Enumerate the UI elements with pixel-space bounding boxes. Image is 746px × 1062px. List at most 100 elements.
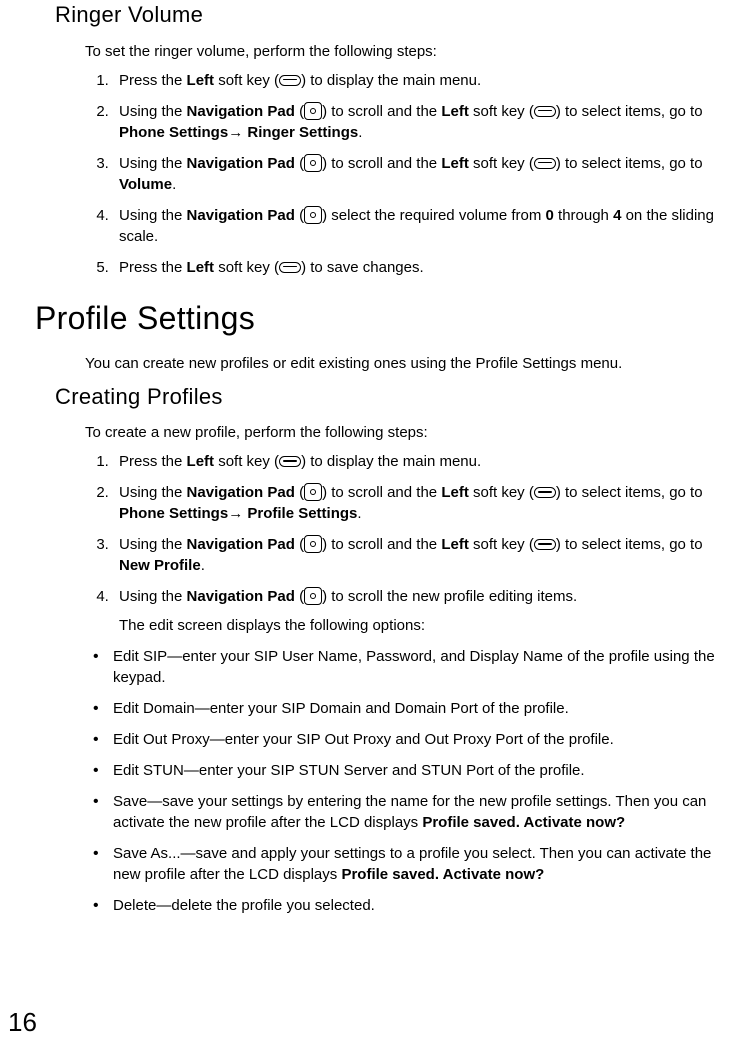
text: Using the — [119, 484, 187, 501]
text: Press the — [119, 453, 187, 470]
text: . — [172, 176, 176, 193]
bold-left: Left — [187, 259, 215, 276]
creating-intro: To create a new profile, perform the fol… — [85, 422, 726, 443]
text: ( — [295, 484, 304, 501]
navpad-icon — [304, 587, 322, 605]
text: ) to select items, go to — [556, 536, 703, 553]
bold-left: Left — [187, 72, 215, 89]
creating-steps: Press the Left soft key ( ) to display th… — [85, 451, 726, 636]
option-save: Save—save your settings by entering the … — [85, 791, 726, 833]
bold-new-profile: New Profile — [119, 557, 201, 574]
text: ) to display the main menu. — [301, 72, 481, 89]
text: ) to scroll and the — [322, 484, 441, 501]
text: ) to select items, go to — [556, 155, 703, 172]
navpad-icon — [304, 102, 322, 120]
bold-navpad: Navigation Pad — [187, 207, 295, 224]
bold-profile-saved: Profile saved. Activate now? — [341, 866, 544, 883]
bold-left: Left — [441, 103, 469, 120]
page-content: Ringer Volume To set the ringer volume, … — [0, 0, 746, 916]
text: . — [357, 505, 361, 522]
bold-phone-settings: Phone Settings — [119, 124, 228, 141]
softkey-icon — [534, 539, 556, 550]
text: Using the — [119, 536, 187, 553]
softkey-icon — [534, 158, 556, 169]
option-delete: Delete—delete the profile you selected. — [85, 895, 726, 916]
option-edit-sip: Edit SIP—enter your SIP User Name, Passw… — [85, 646, 726, 688]
ringer-steps: Press the Left soft key ( ) to display th… — [85, 70, 726, 278]
text: ) to display the main menu. — [301, 453, 481, 470]
text: soft key ( — [469, 484, 534, 501]
softkey-icon — [279, 75, 301, 86]
text: soft key ( — [214, 453, 279, 470]
ringer-step-5: Press the Left soft key ( ) to save chang… — [113, 257, 726, 278]
ringer-intro: To set the ringer volume, perform the fo… — [85, 41, 726, 62]
text: . — [358, 124, 362, 141]
text: Using the — [119, 155, 187, 172]
bold-profile-saved: Profile saved. Activate now? — [422, 814, 625, 831]
bold-navpad: Navigation Pad — [187, 103, 295, 120]
edit-options-list: Edit SIP—enter your SIP User Name, Passw… — [85, 646, 726, 916]
bold-left: Left — [441, 484, 469, 501]
text: ) to select items, go to — [556, 484, 703, 501]
bold-profile-settings: Profile Settings — [247, 505, 357, 522]
arrow-icon: → — [228, 505, 247, 522]
text: soft key ( — [214, 72, 279, 89]
text: ) select the required volume from — [322, 207, 545, 224]
text: ( — [295, 155, 304, 172]
text: soft key ( — [469, 103, 534, 120]
option-edit-stun: Edit STUN—enter your SIP STUN Server and… — [85, 760, 726, 781]
bold-navpad: Navigation Pad — [187, 155, 295, 172]
ringer-step-2: Using the Navigation Pad ( ) to scroll an… — [113, 101, 726, 143]
bold-navpad: Navigation Pad — [187, 484, 295, 501]
text: ( — [295, 588, 304, 605]
text: Using the — [119, 103, 187, 120]
softkey-icon — [534, 487, 556, 498]
bold-left: Left — [441, 536, 469, 553]
ringer-step-4: Using the Navigation Pad ( ) select the r… — [113, 205, 726, 247]
text: ) to scroll and the — [322, 103, 441, 120]
creating-step-2: Using the Navigation Pad ( ) to scroll an… — [113, 482, 726, 524]
navpad-icon — [304, 483, 322, 501]
text: ) to select items, go to — [556, 103, 703, 120]
bold-ringer-settings: Ringer Settings — [247, 124, 358, 141]
text: ) to scroll and the — [322, 155, 441, 172]
text: . — [201, 557, 205, 574]
text: soft key ( — [469, 155, 534, 172]
text: soft key ( — [469, 536, 534, 553]
text: Using the — [119, 207, 187, 224]
softkey-icon — [279, 262, 301, 273]
text: Press the — [119, 259, 187, 276]
bold-phone-settings: Phone Settings — [119, 505, 228, 522]
softkey-icon — [279, 456, 301, 467]
arrow-icon: → — [228, 124, 247, 141]
navpad-icon — [304, 154, 322, 172]
bold-zero: 0 — [546, 207, 554, 224]
text: ) to scroll and the — [322, 536, 441, 553]
text: ) to save changes. — [301, 259, 424, 276]
navpad-icon — [304, 535, 322, 553]
option-save-as: Save As...—save and apply your settings … — [85, 843, 726, 885]
text: Press the — [119, 72, 187, 89]
bold-left: Left — [441, 155, 469, 172]
bold-left: Left — [187, 453, 215, 470]
profile-intro: You can create new profiles or edit exis… — [85, 353, 726, 374]
creating-step-4: Using the Navigation Pad () to scroll th… — [113, 586, 726, 636]
text: Using the — [119, 588, 187, 605]
creating-step-1: Press the Left soft key ( ) to display th… — [113, 451, 726, 472]
navpad-icon — [304, 206, 322, 224]
profile-settings-heading: Profile Settings — [35, 296, 726, 341]
text: soft key ( — [214, 259, 279, 276]
text: ( — [295, 536, 304, 553]
bold-volume: Volume — [119, 176, 172, 193]
bold-navpad: Navigation Pad — [187, 536, 295, 553]
text: ( — [295, 103, 304, 120]
page-number: 16 — [8, 1004, 37, 1040]
text: ( — [295, 207, 304, 224]
text: through — [554, 207, 613, 224]
ringer-volume-heading: Ringer Volume — [55, 0, 726, 31]
edit-screen-intro: The edit screen displays the following o… — [119, 615, 726, 636]
softkey-icon — [534, 106, 556, 117]
ringer-step-1: Press the Left soft key ( ) to display th… — [113, 70, 726, 91]
option-edit-out-proxy: Edit Out Proxy—enter your SIP Out Proxy … — [85, 729, 726, 750]
creating-profiles-heading: Creating Profiles — [55, 382, 726, 413]
